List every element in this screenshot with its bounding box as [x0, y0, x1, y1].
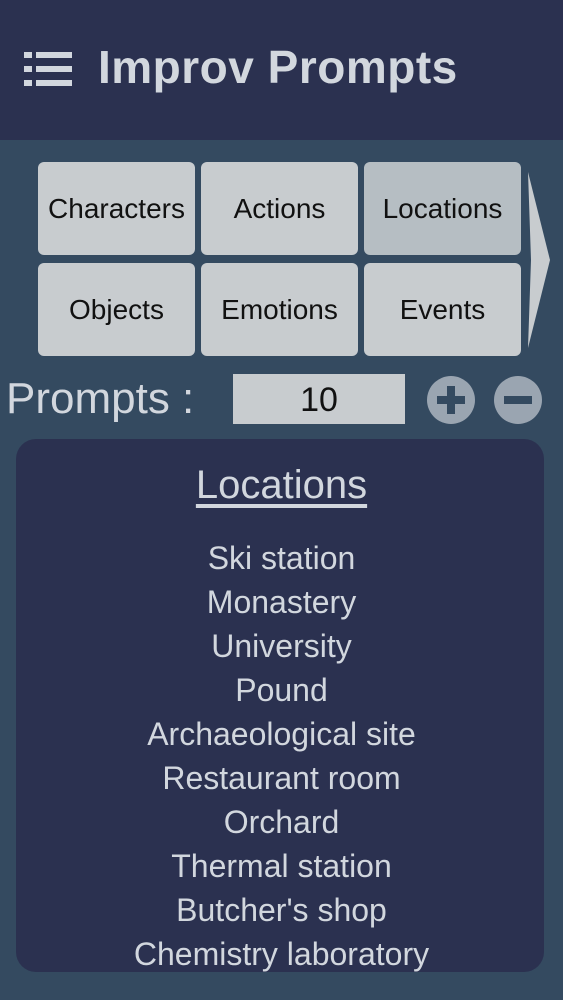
prompt-list: Ski station Monastery University Pound A…: [0, 536, 563, 976]
list-item: Monastery: [206, 584, 357, 620]
results-title: Locations: [195, 463, 368, 507]
scroll-right-arrow-icon[interactable]: [528, 172, 550, 348]
list-item: Orchard: [223, 804, 340, 840]
hamburger-menu-icon[interactable]: [24, 52, 72, 86]
category-button-emotions[interactable]: Emotions: [201, 263, 358, 356]
app-title: Improv Prompts: [98, 41, 458, 93]
list-item: Pound: [235, 672, 328, 708]
category-button-actions[interactable]: Actions: [201, 162, 358, 255]
minus-circle-icon[interactable]: [494, 376, 542, 424]
list-item: University: [211, 628, 352, 664]
category-button-objects[interactable]: Objects: [38, 263, 195, 356]
category-button-characters[interactable]: Characters: [38, 162, 195, 255]
app-header: Improv Prompts: [0, 0, 563, 140]
prompt-count-field[interactable]: 10: [233, 374, 405, 424]
list-item: Restaurant room: [162, 760, 401, 796]
list-item: Ski station: [207, 540, 356, 576]
list-item: Thermal station: [171, 848, 392, 884]
list-item: Archaeological site: [147, 716, 416, 752]
list-item: Butcher's shop: [176, 892, 387, 928]
category-button-locations[interactable]: Locations: [364, 162, 521, 255]
list-item: Chemistry laboratory: [133, 936, 430, 972]
category-button-events[interactable]: Events: [364, 263, 521, 356]
prompts-label: Prompts :: [6, 374, 195, 423]
plus-circle-icon[interactable]: [427, 376, 475, 424]
